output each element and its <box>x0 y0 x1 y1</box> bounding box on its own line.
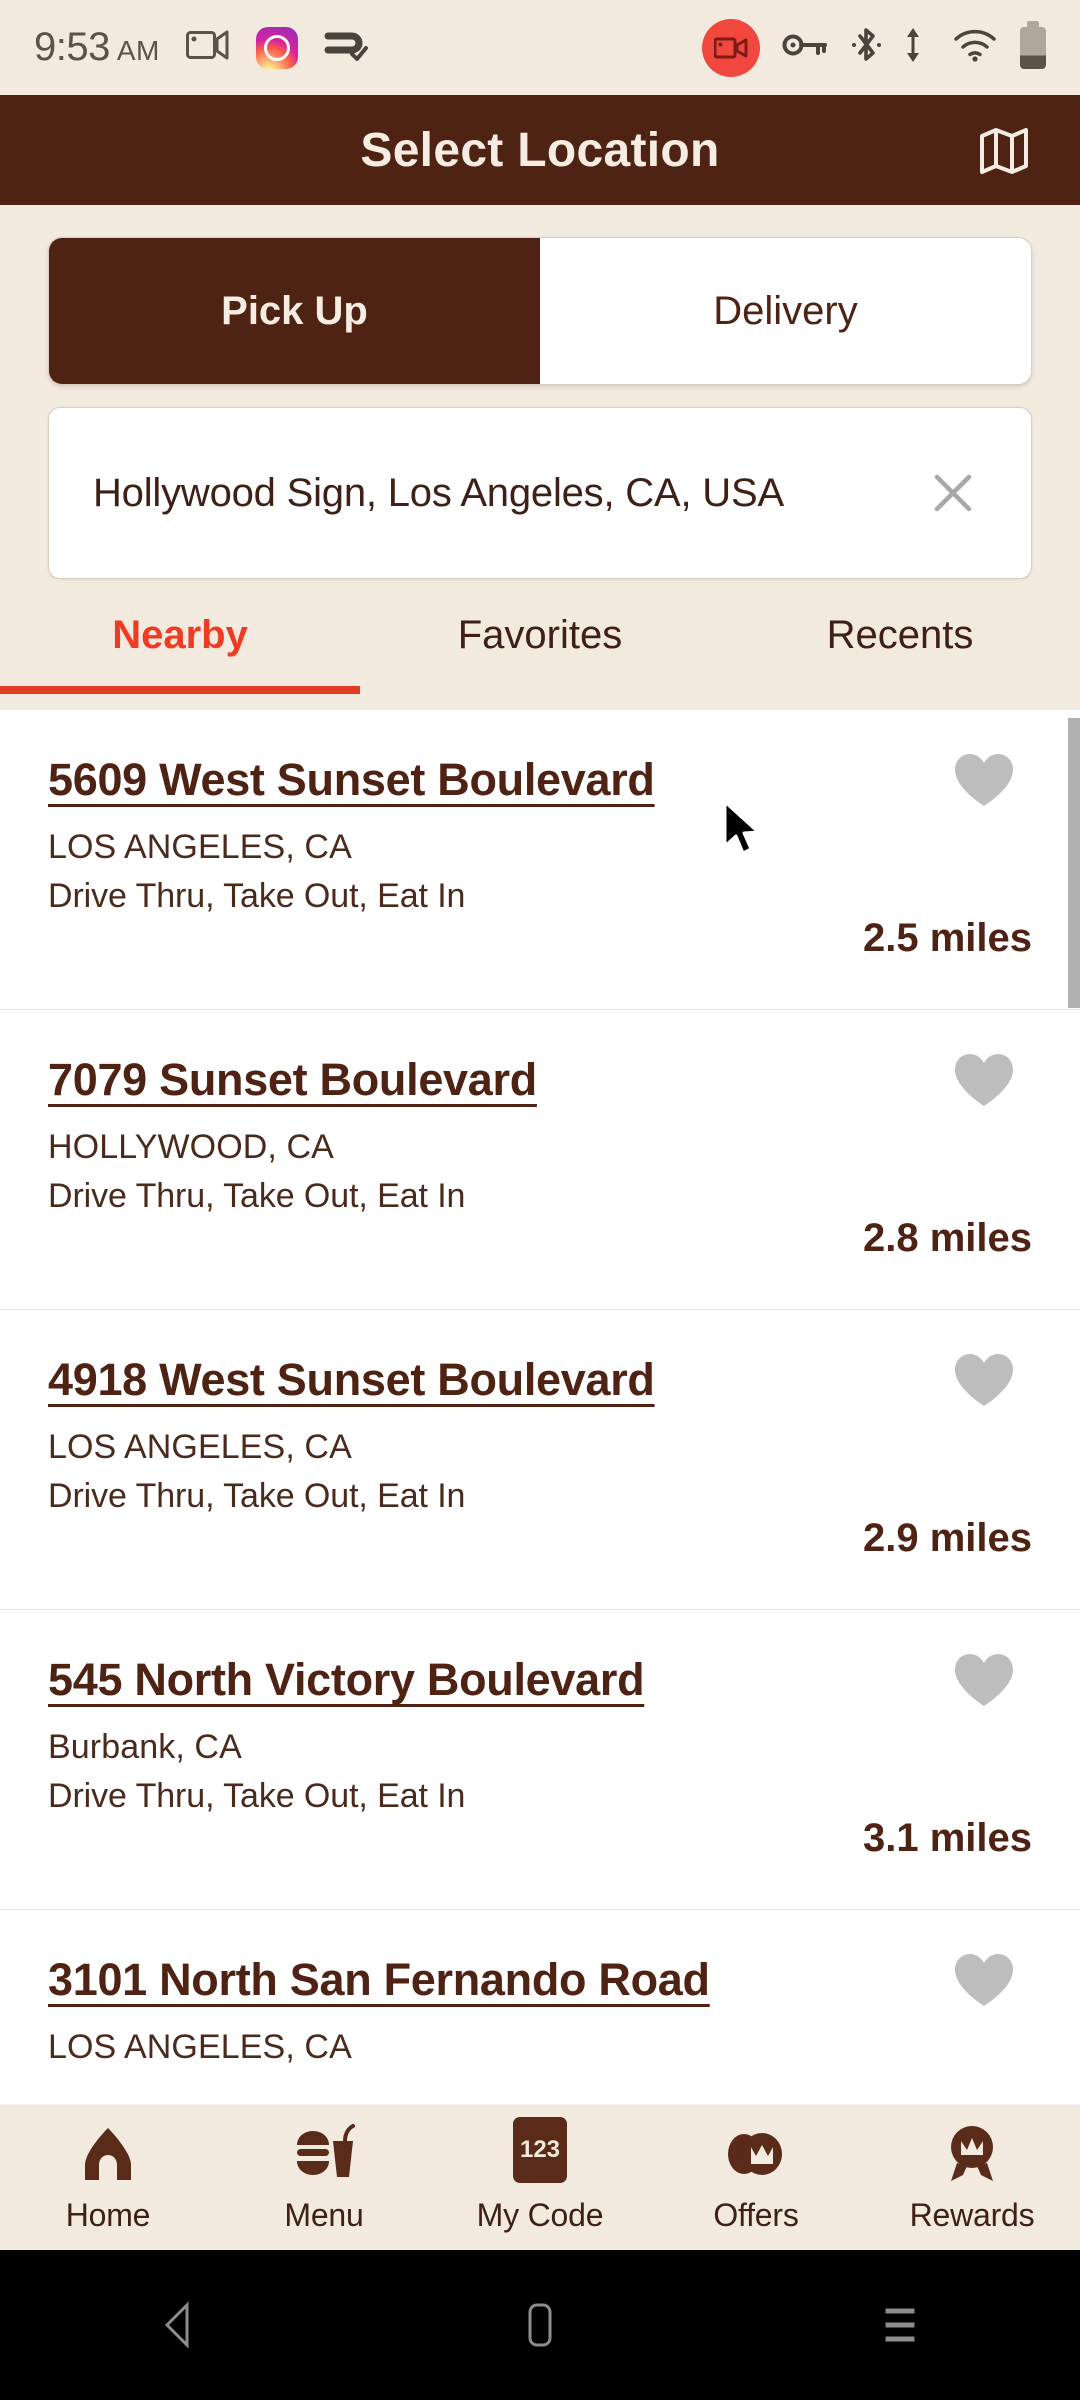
status-bar-right <box>702 18 1046 77</box>
table-row[interactable]: 545 North Victory Boulevard Burbank, CA … <box>0 1610 1080 1910</box>
battery-icon <box>1020 20 1046 69</box>
search-section: Hollywood Sign, Los Angeles, CA, USA <box>0 385 1080 579</box>
table-row[interactable]: 3101 North San Fernando Road LOS ANGELES… <box>0 1910 1080 2105</box>
nav-label-home: Home <box>65 2197 151 2233</box>
location-address[interactable]: 3101 North San Fernando Road <box>48 1954 710 2006</box>
favorite-heart-icon[interactable] <box>952 1952 1016 2015</box>
location-address[interactable]: 7079 Sunset Boulevard <box>48 1054 537 1106</box>
recents-icon[interactable] <box>720 2301 1080 2349</box>
home-pill-icon[interactable] <box>360 2299 720 2351</box>
clock-ampm: AM <box>116 35 160 66</box>
status-bar-left: 9:53 AM <box>34 25 370 70</box>
nav-item-home[interactable]: Home <box>0 2121 216 2234</box>
favorite-heart-icon[interactable] <box>952 1652 1016 1715</box>
recording-badge-icon <box>702 18 760 77</box>
location-distance: 3.1 miles <box>862 1816 1032 1860</box>
location-address[interactable]: 545 North Victory Boulevard <box>48 1654 645 1706</box>
clock-time: 9:53 <box>34 25 110 69</box>
map-icon[interactable] <box>974 120 1034 180</box>
bluetooth-icon <box>850 24 882 71</box>
nav-label-my-code: My Code <box>476 2197 604 2233</box>
location-city: LOS ANGELES, CA <box>48 1428 352 1466</box>
location-list[interactable]: 5609 West Sunset Boulevard LOS ANGELES, … <box>0 710 1080 2105</box>
segment-pickup[interactable]: Pick Up <box>49 238 540 384</box>
location-services: Drive Thru, Take Out, Eat In <box>48 877 466 915</box>
home-icon <box>77 2121 139 2183</box>
location-city: HOLLYWOOD, CA <box>48 1128 334 1166</box>
location-services: Drive Thru, Take Out, Eat In <box>48 1177 466 1215</box>
nav-label-menu: Menu <box>284 2197 364 2233</box>
order-type-toggle: Pick Up Delivery <box>0 205 1080 385</box>
page-title: Select Location <box>360 123 720 177</box>
status-bar: 9:53 AM <box>0 0 1080 95</box>
segment-delivery[interactable]: Delivery <box>540 238 1031 384</box>
location-city: Burbank, CA <box>48 1728 242 1766</box>
location-distance: 2.8 miles <box>862 1216 1032 1260</box>
location-address[interactable]: 5609 West Sunset Boulevard <box>48 754 655 806</box>
table-row[interactable]: 5609 West Sunset Boulevard LOS ANGELES, … <box>0 710 1080 1010</box>
favorite-heart-icon[interactable] <box>952 752 1016 815</box>
bottom-navigation: Home Menu 123 My Code Offers Rewards <box>0 2105 1080 2250</box>
nav-item-my-code[interactable]: 123 My Code <box>432 2117 648 2234</box>
table-row[interactable]: 4918 West Sunset Boulevard LOS ANGELES, … <box>0 1310 1080 1610</box>
tab-nearby[interactable]: Nearby <box>0 613 360 694</box>
favorite-heart-icon[interactable] <box>952 1052 1016 1115</box>
location-services: Drive Thru, Take Out, Eat In <box>48 1477 466 1515</box>
location-distance: 2.5 miles <box>862 916 1032 960</box>
nav-item-rewards[interactable]: Rewards <box>864 2121 1080 2234</box>
tab-active-indicator <box>0 686 360 694</box>
data-transfer-icon <box>904 24 930 71</box>
location-city: LOS ANGELES, CA <box>48 2028 352 2066</box>
tab-recents[interactable]: Recents <box>720 613 1080 694</box>
search-input[interactable]: Hollywood Sign, Los Angeles, CA, USA <box>93 471 784 516</box>
search-field[interactable]: Hollywood Sign, Los Angeles, CA, USA <box>48 407 1032 579</box>
close-icon[interactable] <box>921 461 985 525</box>
favorite-heart-icon[interactable] <box>952 1352 1016 1415</box>
location-services: Drive Thru, Take Out, Eat In <box>48 1777 466 1815</box>
nav-label-offers: Offers <box>713 2197 799 2233</box>
offers-crown-icon <box>722 2121 790 2183</box>
status-bar-clock: 9:53 AM <box>34 25 160 70</box>
nav-item-menu[interactable]: Menu <box>216 2121 432 2234</box>
location-tabs: Nearby Favorites Recents <box>0 613 1080 694</box>
vpn-key-icon <box>782 30 828 65</box>
my-code-icon: 123 <box>513 2117 567 2183</box>
location-city: LOS ANGELES, CA <box>48 828 352 866</box>
wifi-icon <box>952 27 998 68</box>
segmented-control: Pick Up Delivery <box>48 237 1032 385</box>
app-header: Select Location <box>0 95 1080 205</box>
my-code-badge: 123 <box>513 2117 567 2183</box>
screen-record-icon <box>185 28 230 67</box>
rewards-medal-icon <box>941 2121 1003 2183</box>
back-icon[interactable] <box>0 2300 360 2350</box>
location-distance: 2.9 miles <box>862 1516 1032 1560</box>
location-address[interactable]: 4918 West Sunset Boulevard <box>48 1354 655 1406</box>
tab-favorites[interactable]: Favorites <box>360 613 720 694</box>
notification-icon <box>324 27 370 68</box>
table-row[interactable]: 7079 Sunset Boulevard HOLLYWOOD, CA Driv… <box>0 1010 1080 1310</box>
food-drink-icon <box>291 2121 357 2183</box>
instagram-icon <box>255 26 298 69</box>
nav-item-offers[interactable]: Offers <box>648 2121 864 2234</box>
android-navigation-bar <box>0 2250 1080 2400</box>
nav-label-rewards: Rewards <box>909 2197 1035 2233</box>
